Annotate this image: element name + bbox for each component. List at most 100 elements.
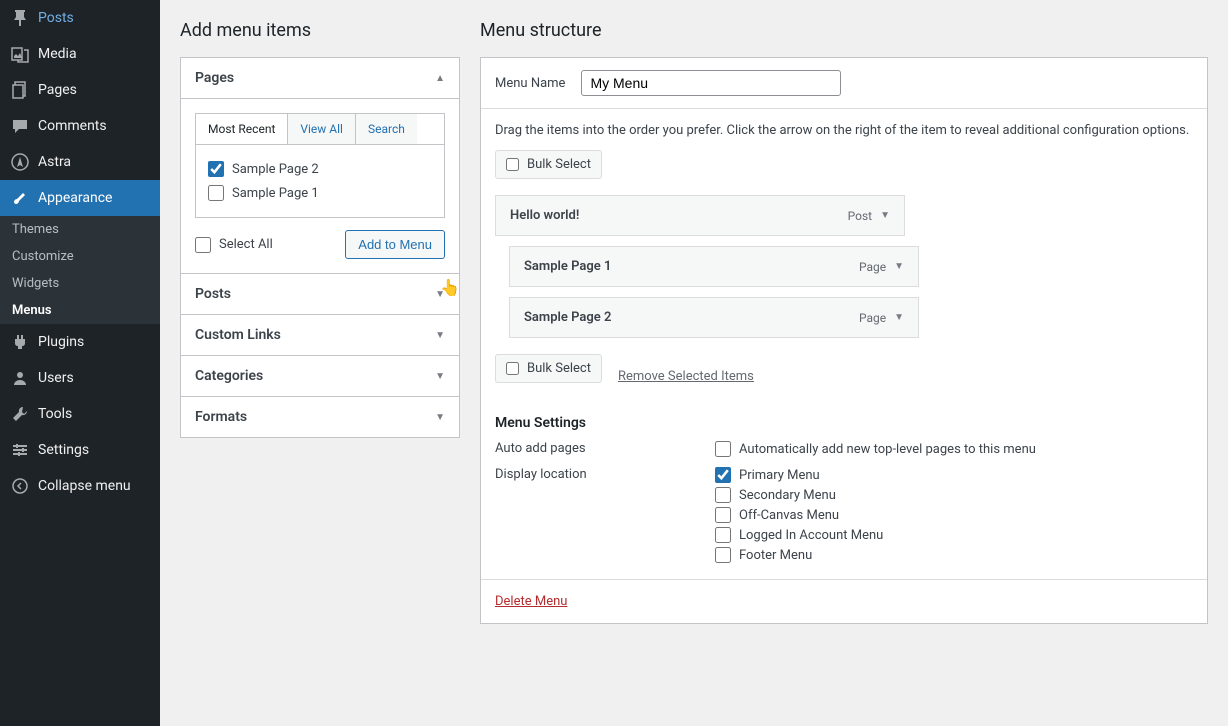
chevron-down-icon: ▼ — [435, 412, 445, 423]
menu-item-title: Sample Page 1 — [524, 259, 611, 274]
option-label: Footer Menu — [739, 548, 812, 563]
bulk-select-checkbox[interactable] — [506, 362, 519, 375]
bulk-select-checkbox[interactable] — [506, 158, 519, 171]
menu-name-input[interactable] — [581, 70, 841, 96]
page-item-0[interactable]: Sample Page 2 — [208, 157, 432, 181]
media-icon — [10, 44, 30, 64]
bulk-select-bottom[interactable]: Bulk Select — [495, 354, 602, 383]
sidebar-item-plugins[interactable]: Plugins — [0, 324, 160, 360]
delete-menu-link[interactable]: Delete Menu — [495, 594, 567, 609]
sidebar-item-label: Settings — [38, 442, 89, 458]
auto-add-checkbox[interactable] — [715, 441, 731, 457]
sidebar-item-posts[interactable]: Posts — [0, 0, 160, 36]
location-secondary[interactable]: Secondary Menu — [715, 485, 1193, 505]
menu-item-0[interactable]: Hello world! Post▼ — [495, 195, 905, 236]
menu-item-type: Post▼ — [848, 209, 890, 223]
sidebar-item-pages[interactable]: Pages — [0, 72, 160, 108]
location-footer[interactable]: Footer Menu — [715, 545, 1193, 565]
sidebar-item-label: Collapse menu — [38, 478, 131, 494]
sidebar-item-label: Comments — [38, 118, 107, 134]
chevron-down-icon[interactable]: ▼ — [880, 210, 890, 221]
chevron-down-icon: ▼ — [435, 371, 445, 382]
bulk-select-top[interactable]: Bulk Select — [495, 150, 602, 179]
select-all[interactable]: Select All — [195, 233, 273, 257]
menu-structure-heading: Menu structure — [480, 20, 1208, 41]
submenu-themes[interactable]: Themes — [0, 216, 160, 243]
chevron-down-icon: ▼ — [435, 289, 445, 300]
submenu-widgets[interactable]: Widgets — [0, 270, 160, 297]
option-label: Automatically add new top-level pages to… — [739, 442, 1036, 457]
location-logged-in[interactable]: Logged In Account Menu — [715, 525, 1193, 545]
accordion-pages-header[interactable]: Pages▲ — [181, 58, 459, 98]
location-checkbox[interactable] — [715, 487, 731, 503]
location-checkbox[interactable] — [715, 547, 731, 563]
add-to-menu-button[interactable]: Add to Menu — [345, 230, 445, 259]
select-all-checkbox[interactable] — [195, 237, 211, 253]
location-checkbox[interactable] — [715, 507, 731, 523]
sidebar-item-comments[interactable]: Comments — [0, 108, 160, 144]
plugin-icon — [10, 332, 30, 352]
display-location-options: Primary Menu Secondary Menu Off-Canvas M… — [715, 465, 1193, 565]
accordion: Pages▲ Most Recent View All Search Sampl… — [180, 57, 460, 438]
tab-view-all[interactable]: View All — [288, 114, 356, 144]
menu-item-title: Hello world! — [510, 208, 579, 223]
chevron-up-icon: ▲ — [435, 73, 445, 84]
sidebar-item-label: Users — [38, 370, 74, 386]
sidebar-item-tools[interactable]: Tools — [0, 396, 160, 432]
accordion-custom-links-header[interactable]: Custom Links ▼ — [181, 314, 459, 355]
accordion-label: Posts — [195, 286, 231, 302]
tab-body: Sample Page 2 Sample Page 1 — [195, 144, 445, 218]
page-checkbox[interactable] — [208, 185, 224, 201]
menu-name-label: Menu Name — [495, 76, 565, 91]
collapse-icon — [10, 476, 30, 496]
bulk-select-label: Bulk Select — [527, 157, 591, 172]
auto-add-option[interactable]: Automatically add new top-level pages to… — [715, 439, 1193, 459]
sidebar-item-users[interactable]: Users — [0, 360, 160, 396]
tab-most-recent[interactable]: Most Recent — [196, 114, 288, 144]
menu-item-title: Sample Page 2 — [524, 310, 611, 325]
location-checkbox[interactable] — [715, 467, 731, 483]
location-offcanvas[interactable]: Off-Canvas Menu — [715, 505, 1193, 525]
chevron-down-icon[interactable]: ▼ — [894, 312, 904, 323]
menu-item-2[interactable]: Sample Page 2 Page▼ — [509, 297, 919, 338]
sidebar-item-astra[interactable]: Astra — [0, 144, 160, 180]
select-all-label: Select All — [219, 237, 273, 252]
accordion-label: Formats — [195, 409, 247, 425]
submenu-menus[interactable]: Menus — [0, 297, 160, 324]
tab-search[interactable]: Search — [356, 114, 417, 144]
sidebar-item-settings[interactable]: Settings — [0, 432, 160, 468]
menu-item-1[interactable]: Sample Page 1 Page▼ — [509, 246, 919, 287]
accordion-label: Custom Links — [195, 327, 281, 343]
page-item-1[interactable]: Sample Page 1 — [208, 181, 432, 205]
sidebar-item-collapse[interactable]: Collapse menu — [0, 468, 160, 504]
page-label: Sample Page 2 — [232, 162, 319, 177]
chevron-down-icon: ▼ — [435, 330, 445, 341]
drag-hint: Drag the items into the order you prefer… — [495, 123, 1193, 138]
accordion-formats-header[interactable]: Formats ▼ — [181, 396, 459, 437]
menu-item-type: Page▼ — [859, 260, 904, 274]
comments-icon — [10, 116, 30, 136]
chevron-down-icon[interactable]: ▼ — [894, 261, 904, 272]
tabs: Most Recent View All Search — [195, 113, 445, 144]
remove-selected-link[interactable]: Remove Selected Items — [618, 369, 754, 384]
display-location-label: Display location — [495, 465, 715, 565]
auto-add-label: Auto add pages — [495, 439, 715, 459]
option-label: Secondary Menu — [739, 488, 836, 503]
sidebar-item-label: Appearance — [38, 190, 112, 206]
location-checkbox[interactable] — [715, 527, 731, 543]
sidebar-item-label: Media — [38, 46, 77, 62]
menu-items-list: Hello world! Post▼ Sample Page 1 Page▼ S… — [495, 195, 1193, 338]
sidebar-item-media[interactable]: Media — [0, 36, 160, 72]
menu-item-type: Page▼ — [859, 311, 904, 325]
bulk-select-label: Bulk Select — [527, 361, 591, 376]
sidebar-item-appearance[interactable]: Appearance — [0, 180, 160, 216]
location-primary[interactable]: Primary Menu — [715, 465, 1193, 485]
sidebar-item-label: Posts — [38, 10, 74, 26]
accordion-categories-header[interactable]: Categories▼ — [181, 355, 459, 396]
accordion-posts-header[interactable]: Posts ▼ — [181, 273, 459, 314]
pages-icon — [10, 80, 30, 100]
accordion-pages-body: Most Recent View All Search Sample Page … — [181, 98, 459, 273]
astra-icon — [10, 152, 30, 172]
page-checkbox[interactable] — [208, 161, 224, 177]
submenu-customize[interactable]: Customize — [0, 243, 160, 270]
